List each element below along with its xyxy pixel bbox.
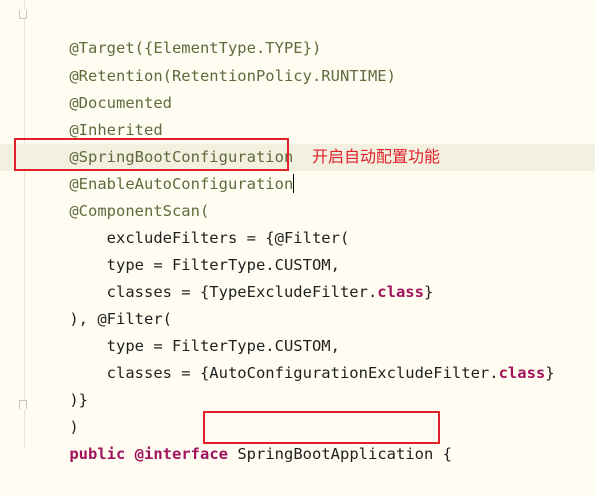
keyword-class: class — [377, 283, 424, 301]
keyword-class: class — [498, 364, 546, 382]
code-line-type-1[interactable]: type = FilterType.CUSTOM, — [32, 225, 340, 274]
keyword-public: public — [69, 445, 126, 463]
text-caret — [293, 174, 295, 193]
code-text: } — [545, 364, 555, 382]
editor-gutter — [24, 0, 25, 449]
code-line-inherited[interactable]: @Inherited — [32, 90, 162, 139]
callout-text: 开启自动配置功能 — [312, 147, 441, 166]
code-line-retention[interactable]: @Retention(RetentionPolicy.RUNTIME) — [32, 36, 396, 85]
code-line-close-paren[interactable]: ) — [32, 387, 78, 436]
fold-open-icon[interactable] — [19, 10, 27, 19]
code-line-target[interactable]: @Target({ElementType.TYPE}) — [32, 8, 321, 57]
highlight-box-enableautoconfiguration — [14, 138, 289, 171]
highlight-box-springbootapplication — [203, 411, 440, 444]
code-line-filter-2[interactable]: ), @Filter( — [32, 279, 172, 328]
code-text: classes = {AutoConfigurationExcludeFilte… — [69, 364, 499, 382]
code-line-type-2[interactable]: type = FilterType.CUSTOM, — [32, 306, 340, 355]
code-line-classes-2[interactable]: classes = {AutoConfigurationExcludeFilte… — [32, 333, 555, 382]
code-text: } — [423, 283, 434, 301]
code-line-documented[interactable]: @Documented — [32, 63, 172, 112]
code-editor[interactable]: @Target({ElementType.TYPE}) @Retention(R… — [0, 0, 595, 463]
interface-name: SpringBootApplication { — [237, 445, 452, 463]
code-line-componentscan[interactable]: @ComponentScan( — [32, 171, 209, 220]
keyword-interface: @interface — [134, 445, 228, 463]
code-line-classes-1[interactable]: classes = {TypeExcludeFilter.class} — [32, 252, 434, 301]
fold-close-icon[interactable] — [19, 400, 27, 409]
code-line-excludefilters[interactable]: excludeFilters = {@Filter( — [32, 198, 350, 247]
code-line-close-brace[interactable]: )} — [32, 360, 88, 409]
